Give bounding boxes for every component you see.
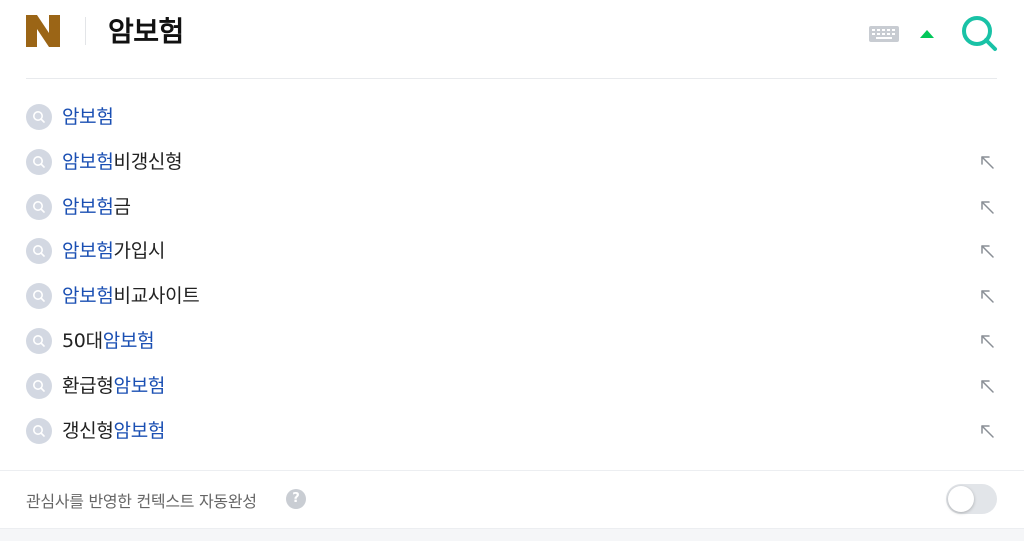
search-icon[interactable] xyxy=(960,14,998,52)
suggestion-suffix: 가입시 xyxy=(113,240,166,263)
suggestion-suffix: 금 xyxy=(113,195,131,218)
suggestion-item[interactable]: 50대암보험 xyxy=(0,318,1024,362)
suggestion-item[interactable]: 환급형암보험 xyxy=(0,363,1024,407)
suggestion-prefix: 갱신형 xyxy=(62,419,114,442)
suggestion-highlight: 암보험 xyxy=(62,195,114,218)
suggestion-highlight: 암보험 xyxy=(62,106,114,128)
magnifier-icon xyxy=(26,283,52,310)
suggestion-item[interactable]: 암보험금 xyxy=(0,184,1024,228)
magnifier-icon xyxy=(26,104,52,130)
arrow-up-icon[interactable] xyxy=(920,30,934,38)
arrow-up-left-icon[interactable] xyxy=(978,242,998,262)
suggestion-highlight: 암보험 xyxy=(113,374,166,397)
suggestion-suffix: 비갱신형 xyxy=(113,150,183,173)
arrow-up-left-icon[interactable] xyxy=(978,287,998,307)
suggestion-text: 암보험가입시 xyxy=(62,237,165,265)
suggestion-text: 50대암보험 xyxy=(62,327,155,355)
magnifier-icon xyxy=(26,328,52,354)
magnifier-icon xyxy=(26,417,52,444)
suggestion-suffix: 비교사이트 xyxy=(113,285,200,308)
suggestion-prefix: 환급형 xyxy=(62,374,114,397)
naver-logo[interactable] xyxy=(26,15,60,47)
suggestion-highlight: 암보험 xyxy=(62,150,114,173)
suggestion-prefix: 50대 xyxy=(62,330,103,352)
arrow-up-left-icon[interactable] xyxy=(978,198,998,218)
magnifier-icon xyxy=(26,193,52,220)
header-divider xyxy=(85,17,86,45)
magnifier-icon xyxy=(26,372,52,399)
suggestion-text: 환급형암보험 xyxy=(62,372,165,400)
keyboard-icon[interactable] xyxy=(869,26,899,42)
autocomplete-footer: 관심사를 반영한 컨텍스트 자동완성 ? xyxy=(0,471,1024,528)
arrow-up-left-icon[interactable] xyxy=(978,422,998,442)
context-autocomplete-toggle[interactable] xyxy=(946,484,997,514)
arrow-up-left-icon[interactable] xyxy=(978,332,998,352)
suggestion-item[interactable]: 암보험비갱신형 xyxy=(0,139,1024,183)
toggle-knob xyxy=(948,486,974,512)
arrow-up-left-icon[interactable] xyxy=(978,377,998,397)
magnifier-icon xyxy=(26,148,52,175)
suggestion-highlight: 암보험 xyxy=(113,419,166,442)
help-icon[interactable]: ? xyxy=(286,489,306,509)
arrow-up-left-icon[interactable] xyxy=(978,153,998,173)
suggestion-item[interactable]: 암보험비교사이트 xyxy=(0,273,1024,317)
header-divider-line xyxy=(26,78,997,79)
suggestion-text: 갱신형암보험 xyxy=(62,417,165,445)
suggestion-highlight: 암보험 xyxy=(62,240,114,263)
footer-bottom-bar xyxy=(0,528,1024,541)
suggestion-text: 암보험비갱신형 xyxy=(62,148,183,176)
suggestion-item[interactable]: 갱신형암보험 xyxy=(0,408,1024,452)
suggestion-highlight: 암보험 xyxy=(102,330,155,352)
suggestion-item[interactable]: 암보험가입시 xyxy=(0,228,1024,272)
search-query[interactable]: 암보험 xyxy=(108,13,184,51)
suggestion-text: 암보험 xyxy=(62,103,114,131)
search-header: 암보험 xyxy=(0,0,1024,78)
suggestion-item[interactable]: 암보험 xyxy=(0,94,1024,138)
magnifier-icon xyxy=(26,238,52,265)
suggestion-text: 암보험비교사이트 xyxy=(62,282,200,310)
suggestion-text: 암보험금 xyxy=(62,193,131,221)
context-autocomplete-label: 관심사를 반영한 컨텍스트 자동완성 xyxy=(26,492,257,511)
suggestion-highlight: 암보험 xyxy=(62,285,114,308)
